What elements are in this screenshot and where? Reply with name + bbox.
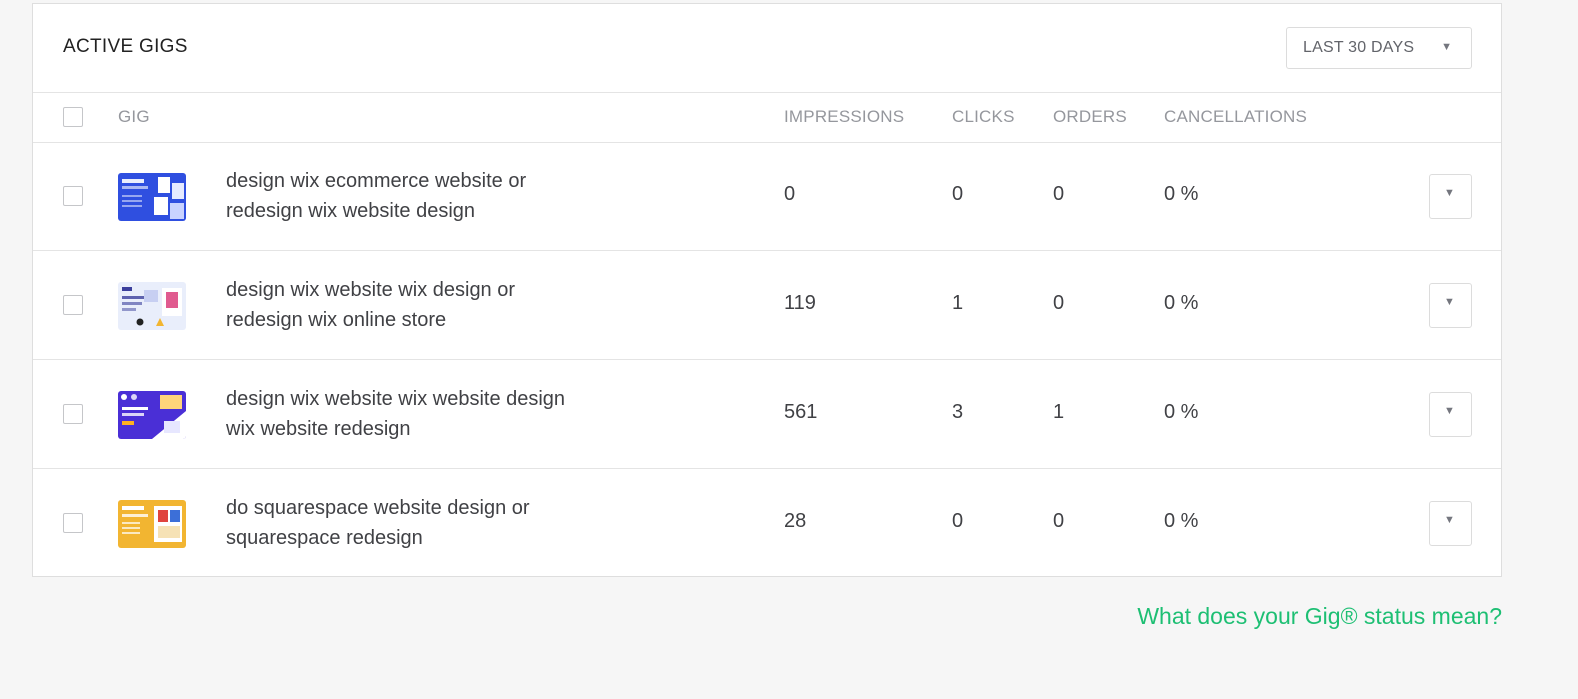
- table-header: GIG IMPRESSIONS CLICKS ORDERS CANCELLATI…: [33, 92, 1501, 143]
- gig-thumbnail[interactable]: [118, 173, 186, 221]
- panel-header: ACTIVE GIGS LAST 30 DAYS ▼: [33, 4, 1501, 93]
- orders-value: 0: [1053, 183, 1065, 205]
- gig-thumbnail-image: [118, 500, 186, 548]
- column-header-clicks: CLICKS: [952, 107, 1015, 126]
- gig-title-line: design wix ecommerce website or: [226, 170, 527, 192]
- row-checkbox[interactable]: [63, 295, 83, 315]
- orders-value: 0: [1053, 292, 1065, 314]
- cancellations-value: 0 %: [1164, 401, 1199, 423]
- active-gigs-panel: ACTIVE GIGS LAST 30 DAYS ▼ GIG IMPRESSIO…: [32, 3, 1502, 577]
- period-dropdown-label: LAST 30 DAYS: [1303, 39, 1415, 56]
- gig-thumbnail-image: [118, 391, 186, 439]
- column-header-orders: ORDERS: [1053, 107, 1127, 126]
- cancellations-value: 0 %: [1164, 510, 1199, 532]
- period-dropdown[interactable]: LAST 30 DAYS ▼: [1286, 27, 1472, 69]
- gig-title-line: redesign wix online store: [226, 309, 447, 331]
- table-row: design wix website wix design or redesig…: [33, 252, 1501, 360]
- table-row: do squarespace website design or squares…: [33, 470, 1501, 578]
- gig-title-link[interactable]: do squarespace website design or squares…: [226, 493, 636, 553]
- gig-title-line: design wix website wix website design: [226, 388, 566, 410]
- gig-title-link[interactable]: design wix website wix design or redesig…: [226, 275, 636, 335]
- select-all-checkbox[interactable]: [63, 107, 83, 127]
- row-checkbox[interactable]: [63, 404, 83, 424]
- gig-title-line: do squarespace website design or: [226, 497, 530, 519]
- triangle-down-icon: ▼: [1444, 187, 1455, 199]
- gig-title-link[interactable]: design wix website wix website design wi…: [226, 384, 636, 444]
- impressions-value: 0: [784, 183, 796, 205]
- column-header-cancellations: CANCELLATIONS: [1164, 107, 1308, 126]
- clicks-value: 0: [952, 183, 964, 205]
- row-checkbox[interactable]: [63, 186, 83, 206]
- row-actions-dropdown[interactable]: ▼: [1429, 392, 1472, 437]
- clicks-value: 3: [952, 401, 964, 423]
- gig-thumbnail[interactable]: [118, 500, 186, 548]
- panel-title: ACTIVE GIGS: [63, 36, 188, 57]
- impressions-value: 561: [784, 401, 818, 423]
- gig-thumbnail[interactable]: [118, 391, 186, 439]
- triangle-down-icon: ▼: [1441, 41, 1452, 53]
- column-header-impressions: IMPRESSIONS: [784, 107, 905, 126]
- table-row: design wix ecommerce website or redesign…: [33, 143, 1501, 251]
- gig-title-line: design wix website wix design or: [226, 279, 516, 301]
- gig-title-link[interactable]: design wix ecommerce website or redesign…: [226, 166, 636, 226]
- row-actions-dropdown[interactable]: ▼: [1429, 174, 1472, 219]
- triangle-down-icon: ▼: [1444, 296, 1455, 308]
- clicks-value: 1: [952, 292, 964, 314]
- gig-title-line: wix website redesign: [226, 418, 411, 440]
- table-row: design wix website wix website design wi…: [33, 361, 1501, 469]
- clicks-value: 0: [952, 510, 964, 532]
- cancellations-value: 0 %: [1164, 183, 1199, 205]
- gig-title-line: redesign wix website design: [226, 200, 476, 222]
- row-actions-dropdown[interactable]: ▼: [1429, 283, 1472, 328]
- gig-thumbnail-image: [118, 282, 186, 330]
- orders-value: 0: [1053, 510, 1065, 532]
- gig-status-help-link[interactable]: What does your Gig® status mean?: [1137, 603, 1502, 630]
- impressions-value: 28: [784, 510, 807, 532]
- gig-thumbnail-image: [118, 173, 186, 221]
- triangle-down-icon: ▼: [1444, 405, 1455, 417]
- column-header-gig: GIG: [118, 107, 150, 126]
- cancellations-value: 0 %: [1164, 292, 1199, 314]
- gig-thumbnail[interactable]: [118, 282, 186, 330]
- row-checkbox[interactable]: [63, 513, 83, 533]
- triangle-down-icon: ▼: [1444, 514, 1455, 526]
- orders-value: 1: [1053, 401, 1065, 423]
- gig-title-line: squarespace redesign: [226, 527, 423, 549]
- row-actions-dropdown[interactable]: ▼: [1429, 501, 1472, 546]
- impressions-value: 119: [784, 292, 816, 314]
